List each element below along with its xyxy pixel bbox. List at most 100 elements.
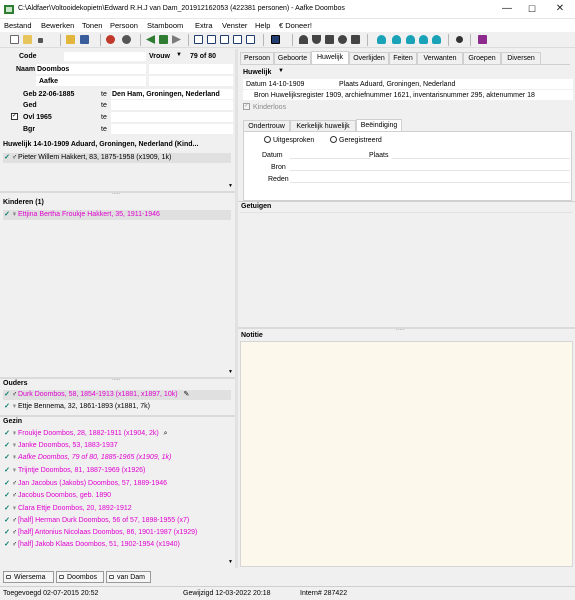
family-row[interactable]: ✓ ♂[half] Herman Durk Doombos, 56 of 57, … [3, 516, 231, 526]
tab-geboorte[interactable]: Geboorte [274, 52, 311, 64]
close-button[interactable]: ✕ [547, 2, 573, 16]
person-counter: 79 of 80 [190, 53, 217, 60]
person-5-icon[interactable] [432, 35, 441, 44]
splitter[interactable] [0, 415, 235, 417]
family-row[interactable]: ✓ ♂Jan Jacobus (Jakobs) Doombos, 57, 1889… [3, 479, 231, 489]
family-row[interactable]: ✓ ♀Trijntje Doombos, 81, 1887-1969 (x1926… [3, 466, 231, 476]
tab-ondertrouw[interactable]: Ondertrouw [243, 120, 290, 131]
prefix-field[interactable] [149, 64, 233, 74]
menu-doneer[interactable]: € Doneer! [279, 21, 312, 30]
tree-down-icon[interactable] [299, 35, 308, 44]
kinderloos-checkbox[interactable]: ✓ [243, 103, 250, 110]
archive-icon[interactable] [66, 35, 75, 44]
home-icon[interactable] [159, 35, 168, 44]
family-member-name: Jan Jacobus (Jakobs) Doombos, 57, 1889-1… [18, 480, 168, 487]
person-3-icon[interactable] [406, 35, 415, 44]
baptism-place-field[interactable] [111, 100, 233, 110]
uitgesproken-radio[interactable]: Uitgesproken [264, 136, 314, 144]
tree-family-icon[interactable] [351, 35, 360, 44]
person-edit-icon[interactable] [122, 35, 131, 44]
edit-pencil-icon[interactable]: ✎ [184, 391, 190, 398]
partner-row[interactable]: ✓ ♂Pieter Willem Hakkert, 83, 1875-1958 (… [3, 153, 231, 163]
menu-stamboom[interactable]: Stamboom [147, 21, 183, 30]
tab-beeindiging[interactable]: Beëindiging [356, 119, 402, 131]
family-row[interactable]: ✓ ♀Janke Doombos, 53, 1883-1937 [3, 441, 231, 451]
marriage-header[interactable]: Huwelijk 14-10-1909 Aduard, Groningen, N… [3, 141, 198, 148]
tab-groepen[interactable]: Groepen [463, 52, 501, 64]
person-2-icon[interactable] [392, 35, 401, 44]
parent-row-mother[interactable]: ✓ ♀Ettje Bennema, 32, 1861-1893 (x1881, 7… [3, 402, 231, 412]
search-icon[interactable] [456, 36, 463, 43]
getuigen-list[interactable] [240, 212, 573, 325]
view-1-icon[interactable] [194, 35, 203, 44]
donate-icon[interactable] [478, 35, 487, 44]
person-search-icon[interactable] [106, 35, 115, 44]
tree-relatives-icon[interactable] [338, 35, 347, 44]
tab-diversen[interactable]: Diversen [501, 52, 541, 64]
view-2-icon[interactable] [207, 35, 216, 44]
tab-kerkelijk-huwelijk[interactable]: Kerkelijk huwelijk [290, 120, 356, 131]
bottom-tab-van-dam[interactable]: van Dam [106, 571, 151, 583]
tab-overlijden[interactable]: Overlijden [349, 52, 389, 64]
menu-persoon[interactable]: Persoon [110, 21, 138, 30]
dropdown-arrow-icon[interactable] [38, 38, 43, 43]
view-4-icon[interactable] [233, 35, 242, 44]
scroll-down-icon[interactable]: ▼ [228, 369, 233, 375]
back-arrow-icon[interactable] [146, 35, 155, 44]
view-3-icon[interactable] [220, 35, 229, 44]
view-5-icon[interactable] [246, 35, 255, 44]
tab-feiten[interactable]: Feiten [389, 52, 417, 64]
code-field[interactable] [64, 52, 146, 61]
person-4-icon[interactable] [419, 35, 428, 44]
family-row[interactable]: ✓ ♀Aafke Doombos, 79 of 80, 1885-1965 (x1… [3, 453, 231, 463]
reden-field[interactable] [290, 174, 570, 183]
save-icon[interactable] [80, 35, 89, 44]
new-icon[interactable] [10, 35, 19, 44]
menu-bestand[interactable]: Bestand [4, 21, 32, 30]
chevron-down-icon[interactable]: ▼ [176, 52, 182, 58]
open-folder-icon[interactable] [23, 35, 32, 44]
minimize-button[interactable]: — [494, 2, 520, 16]
death-place-field[interactable] [111, 112, 233, 122]
tree-both-icon[interactable] [325, 35, 334, 44]
menu-venster[interactable]: Venster [222, 21, 247, 30]
surname-value: Doombos [37, 66, 70, 73]
person-1-icon[interactable] [377, 35, 386, 44]
family-row[interactable]: ✓ ♂[half] Jakob Klaas Doombos, 51, 1902-1… [3, 540, 231, 550]
geregistreerd-radio[interactable]: Geregistreerd [330, 136, 382, 144]
family-row[interactable]: ✓ ♂Jacobus Doombos, geb. 1890 [3, 491, 231, 501]
notitie-header: Notitie [241, 332, 263, 339]
tab-huwelijk[interactable]: Huwelijk [311, 51, 349, 64]
maximize-button[interactable]: ☐ [519, 2, 545, 16]
family-row[interactable]: ✓ ♀Froukje Doombos, 28, 1882-1911 (x1904,… [3, 429, 231, 439]
death-checkbox[interactable]: ✓ [11, 113, 18, 120]
bottom-tab-wiersema[interactable]: Wiersema [3, 571, 54, 583]
paperclip-icon[interactable]: ⌕ [162, 430, 168, 437]
plaats-field[interactable] [392, 150, 570, 159]
burial-place-field[interactable] [111, 124, 233, 134]
tree-up-icon[interactable] [312, 35, 321, 44]
family-row[interactable]: ✓ ♀Clara Ettje Doombos, 20, 1892-1912 [3, 504, 231, 514]
datum-field[interactable] [290, 150, 370, 159]
menu-help[interactable]: Help [255, 21, 270, 30]
scroll-down-icon[interactable]: ▼ [228, 183, 233, 189]
tab-persoon[interactable]: Persoon [240, 52, 274, 64]
child-row[interactable]: ✓ ♀Ettjina Bertha Froukje Hakkert, 35, 19… [3, 210, 231, 220]
parent-row-father[interactable]: ✓ ♂Durk Doombos, 58, 1854-1913 (x1881, x1… [3, 390, 231, 400]
menu-extra[interactable]: Extra [195, 21, 213, 30]
report-icon[interactable] [271, 35, 280, 44]
gender-select[interactable]: Vrouw [149, 53, 170, 60]
bottom-tab-doombos[interactable]: Doombos [56, 571, 104, 583]
family-row[interactable]: ✓ ♂[half] Antonius Nicolaas Doombos, 86, … [3, 528, 231, 538]
tab-verwanten[interactable]: Verwanten [417, 52, 463, 64]
huwelijk-title[interactable]: Huwelijk [243, 69, 271, 76]
menu-tonen[interactable]: Tonen [82, 21, 102, 30]
menu-bewerken[interactable]: Bewerken [41, 21, 74, 30]
bron-field[interactable] [290, 162, 570, 171]
chevron-down-icon[interactable]: ▼ [278, 68, 284, 74]
splitter[interactable] [238, 327, 575, 329]
forward-arrow-icon[interactable] [172, 35, 181, 44]
scroll-down-icon[interactable]: ▼ [228, 559, 233, 565]
notitie-textarea[interactable] [240, 341, 573, 567]
suffix-field[interactable] [149, 76, 233, 86]
